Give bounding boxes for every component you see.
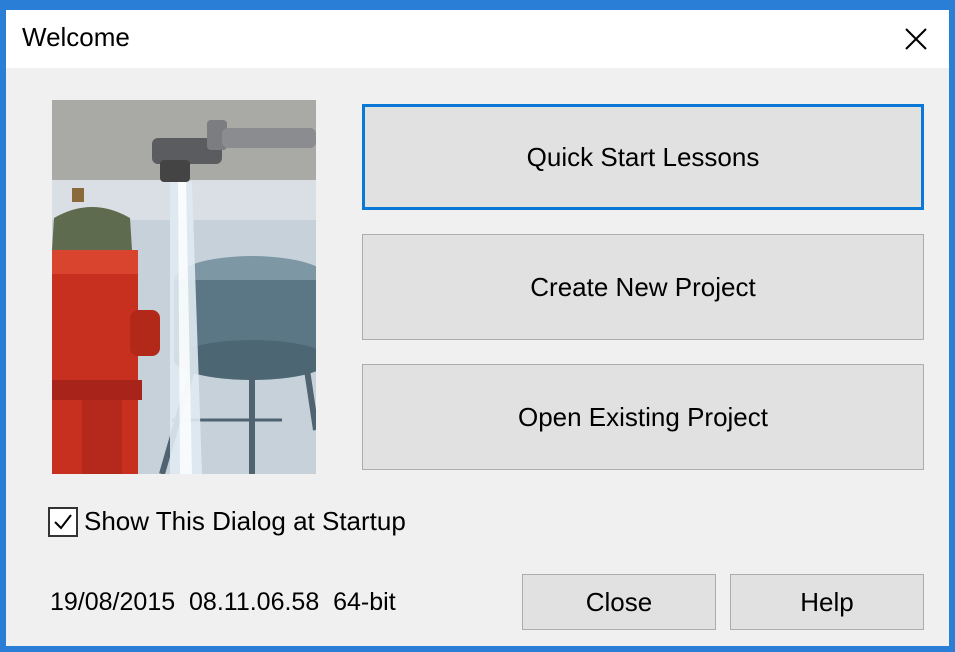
open-existing-project-label: Open Existing Project [517,401,768,432]
show-at-startup-label[interactable]: Show This Dialog at Startup [84,506,406,537]
checkmark-icon [54,513,72,530]
help-button[interactable]: Help [730,574,924,630]
welcome-dialog: Welcome Quick Start Lessons Create New P… [0,0,955,652]
show-at-startup-checkbox[interactable] [48,506,78,537]
version-info: 19/08/2015 08.11.06.58 64-bit [50,588,396,616]
window-title: Welcome [22,22,130,52]
title-bar: Welcome [6,10,949,68]
create-new-project-label: Create New Project [530,271,756,302]
close-icon[interactable] [893,16,939,62]
close-button[interactable]: Close [522,574,716,630]
open-existing-project-button[interactable]: Open Existing Project [362,364,924,470]
quick-start-lessons-label: Quick Start Lessons [526,141,760,172]
help-button-label: Help [800,586,854,617]
create-new-project-button[interactable]: Create New Project [362,234,924,340]
quick-start-lessons-button[interactable]: Quick Start Lessons [362,104,924,210]
splash-image [52,100,316,474]
close-button-label: Close [585,586,653,617]
show-at-startup-row: Show This Dialog at Startup [48,506,406,537]
